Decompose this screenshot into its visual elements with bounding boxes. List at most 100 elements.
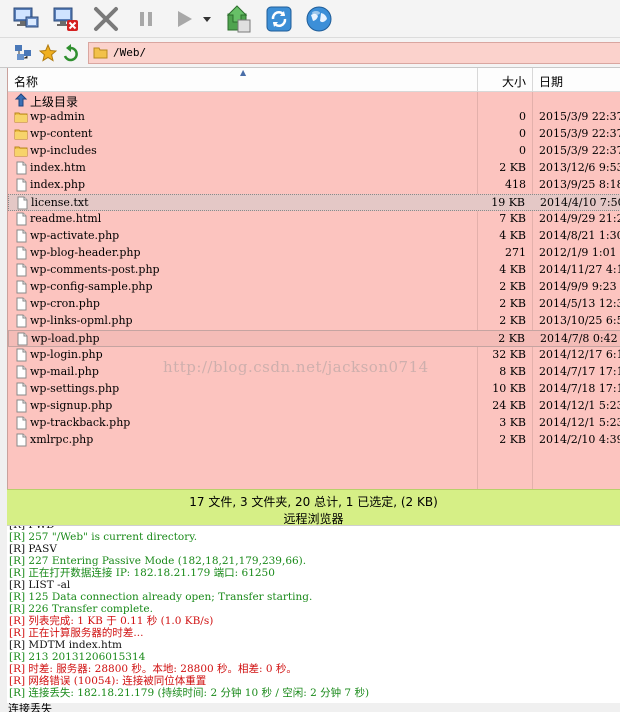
file-row[interactable]: wp-blog-header.php 271 2012/1/9 1:01	[8, 245, 620, 262]
file-icon	[14, 382, 28, 396]
file-date: 2014/7/8 0:42	[540, 332, 618, 345]
connect-icon[interactable]	[10, 3, 42, 35]
file-row[interactable]: wp-links-opml.php 2 KB 2013/10/25 6:5	[8, 313, 620, 330]
file-date: 2015/3/9 22:37	[539, 110, 620, 123]
log-line: [R] 213 20131206015314	[9, 651, 146, 663]
log-line: [R] MDTM index.htm	[9, 639, 122, 651]
file-icon	[14, 348, 28, 362]
column-name[interactable]: 名称	[14, 73, 38, 90]
file-name: index.php	[30, 178, 86, 191]
path-input[interactable]: /Web/	[88, 42, 620, 64]
site-manager-icon[interactable]	[13, 43, 33, 63]
log-panel[interactable]: [R] PWD [R] 257 "/Web" is current directo…	[7, 525, 620, 703]
bottom-status: 连接丢失	[0, 703, 620, 712]
log-line: [R] 257 "/Web" is current directory.	[9, 531, 198, 543]
column-size[interactable]: 大小	[502, 73, 526, 90]
file-size: 7 KB	[499, 212, 526, 225]
folder-icon	[14, 127, 28, 141]
file-row[interactable]: wp-config-sample.php 2 KB 2014/9/9 9:23	[8, 279, 620, 296]
file-size: 24 KB	[492, 399, 526, 412]
file-icon	[14, 263, 28, 277]
disconnect-icon[interactable]	[50, 3, 82, 35]
file-name: index.htm	[30, 161, 86, 174]
file-icon	[14, 433, 28, 447]
file-icon	[14, 314, 28, 328]
file-row[interactable]: wp-load.php 2 KB 2014/7/8 0:42	[8, 330, 620, 347]
file-row[interactable]: license.txt 19 KB 2014/4/10 7:50	[8, 194, 620, 211]
file-icon	[14, 416, 28, 430]
file-size: 2 KB	[499, 433, 526, 446]
file-name: wp-mail.php	[30, 365, 99, 378]
file-row[interactable]: wp-settings.php 10 KB 2014/7/18 17:1	[8, 381, 620, 398]
folder-row[interactable]: wp-includes 0 2015/3/9 22:37	[8, 143, 620, 160]
status-bar: 17 文件, 3 文件夹, 20 总计, 1 已选定, (2 KB) 远程浏览器	[7, 489, 620, 526]
file-name: wp-trackback.php	[30, 416, 131, 429]
log-line: [R] 正在计算服务器的时差...	[9, 627, 144, 639]
folder-row[interactable]: wp-content 0 2015/3/9 22:37	[8, 126, 620, 143]
folder-row[interactable]: wp-admin 0 2015/3/9 22:37	[8, 109, 620, 126]
file-size: 10 KB	[492, 382, 526, 395]
file-size: 4 KB	[499, 229, 526, 242]
file-name: wp-content	[30, 127, 93, 140]
abort-icon[interactable]	[90, 3, 122, 35]
file-name: wp-comments-post.php	[30, 263, 160, 276]
file-name: wp-activate.php	[30, 229, 120, 242]
parent-directory-row[interactable]: 上级目录	[8, 92, 620, 109]
selection-summary: 17 文件, 3 文件夹, 20 总计, 1 已选定, (2 KB)	[189, 495, 438, 509]
file-date: 2014/12/17 6:1	[539, 348, 620, 361]
file-date: 2014/12/1 5:23	[539, 399, 620, 412]
file-date: 2014/7/18 17:1	[539, 382, 620, 395]
main-toolbar	[0, 0, 620, 38]
file-row[interactable]: wp-signup.php 24 KB 2014/12/1 5:23	[8, 398, 620, 415]
address-bar: /Web/	[0, 38, 620, 68]
file-name: wp-load.php	[31, 332, 100, 345]
file-row[interactable]: xmlrpc.php 2 KB 2014/2/10 4:39	[8, 432, 620, 449]
parent-directory-icon	[14, 93, 28, 107]
log-line: [R] 网络错误 (10054): 连接被同位体重置	[9, 675, 207, 687]
file-size: 3 KB	[499, 416, 526, 429]
log-line: [R] 连接丢失: 182.18.21.179 (持续时间: 2 分钟 10 秒…	[9, 687, 370, 699]
log-line: [R] 列表完成: 1 KB 于 0.11 秒 (1.0 KB/s)	[9, 615, 214, 627]
column-date[interactable]: 日期	[539, 73, 563, 90]
file-size: 0	[519, 144, 526, 157]
file-date: 2015/3/9 22:37	[539, 144, 620, 157]
file-size: 2 KB	[499, 297, 526, 310]
file-icon	[14, 246, 28, 260]
file-row[interactable]: readme.html 7 KB 2014/9/29 21:2	[8, 211, 620, 228]
file-name: xmlrpc.php	[30, 433, 94, 446]
file-row[interactable]: wp-activate.php 4 KB 2014/8/21 1:30	[8, 228, 620, 245]
remote-file-list[interactable]: ▲ 名称 大小 日期 上级目录 wp-admin 0 2015/3/9 22:37 wp…	[7, 68, 620, 489]
log-line: [R] 时差: 服务器: 28800 秒。本地: 28800 秒。相差: 0 秒…	[9, 663, 297, 675]
file-icon	[14, 212, 28, 226]
play-icon[interactable]	[168, 3, 200, 35]
file-row[interactable]: wp-cron.php 2 KB 2014/5/13 12:3	[8, 296, 620, 313]
go-up-icon[interactable]	[61, 43, 81, 63]
log-line: [R] 125 Data connection already open; Tr…	[9, 591, 313, 603]
transfer-icon[interactable]	[223, 3, 255, 35]
file-size: 271	[505, 246, 526, 259]
pause-icon[interactable]	[130, 3, 162, 35]
refresh-icon[interactable]	[263, 3, 295, 35]
file-size: 19 KB	[491, 196, 525, 209]
file-date: 2013/10/25 6:5	[539, 314, 620, 327]
file-icon	[14, 280, 28, 294]
file-date: 2013/9/25 8:18	[539, 178, 620, 191]
file-size: 2 KB	[499, 280, 526, 293]
file-icon	[14, 297, 28, 311]
file-name: wp-blog-header.php	[30, 246, 141, 259]
file-row[interactable]: index.php 418 2013/9/25 8:18	[8, 177, 620, 194]
file-row[interactable]: wp-comments-post.php 4 KB 2014/11/27 4:1	[8, 262, 620, 279]
file-date: 2012/1/9 1:01	[539, 246, 617, 259]
dropdown-arrow-icon[interactable]	[200, 3, 214, 35]
log-line: [R] 226 Transfer complete.	[9, 603, 153, 615]
favorites-star-icon[interactable]	[38, 43, 58, 63]
folder-icon	[14, 144, 28, 158]
file-name: readme.html	[30, 212, 102, 225]
file-row[interactable]: index.htm 2 KB 2013/12/6 9:53	[8, 160, 620, 177]
file-name: wp-admin	[30, 110, 85, 123]
globe-icon[interactable]	[303, 3, 335, 35]
folder-icon	[93, 45, 108, 63]
file-row[interactable]: wp-trackback.php 3 KB 2014/12/1 5:23	[8, 415, 620, 432]
file-name: wp-links-opml.php	[30, 314, 133, 327]
file-size: 32 KB	[492, 348, 526, 361]
